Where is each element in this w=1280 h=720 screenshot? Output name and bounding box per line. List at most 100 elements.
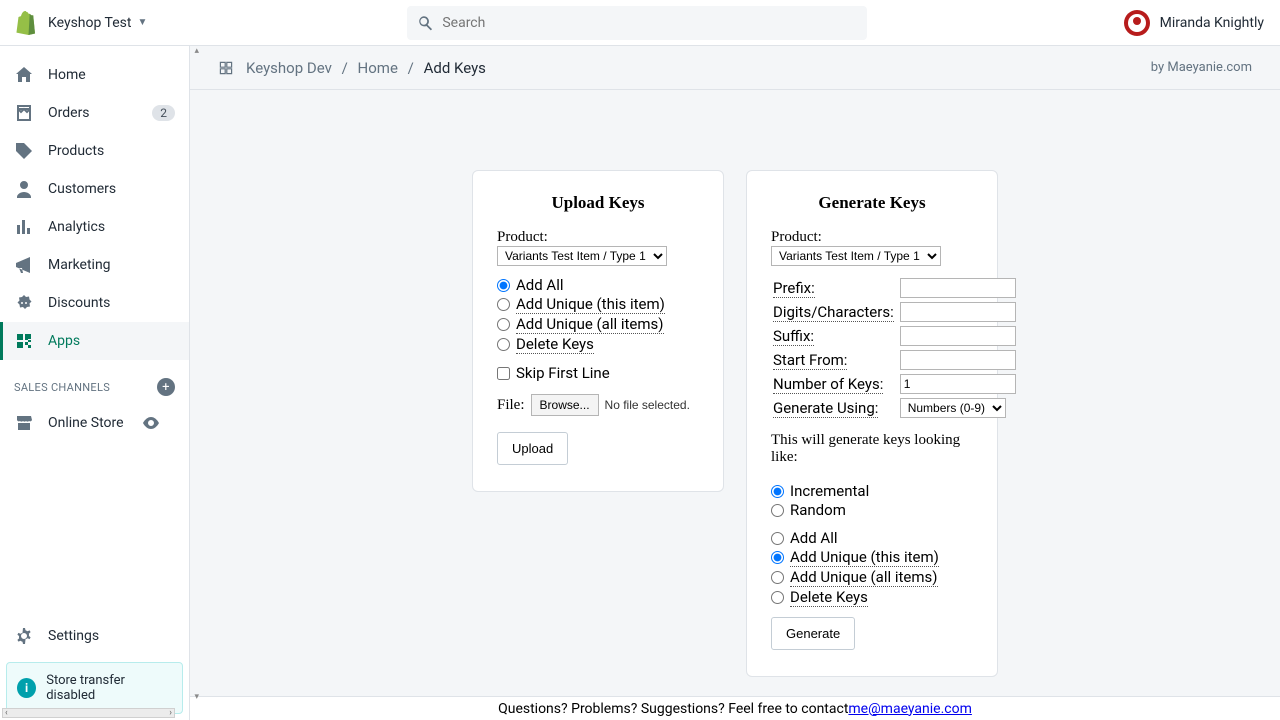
upload-product-label: Product: <box>497 229 548 245</box>
suffix-input[interactable] <box>900 326 1016 346</box>
byline-link[interactable]: Maeyanie.com <box>1167 60 1252 75</box>
store-icon <box>14 413 34 433</box>
sidebar-item-analytics[interactable]: Analytics <box>0 208 189 246</box>
upload-radio-unique-all[interactable]: Add Unique (all items) <box>497 315 699 334</box>
shopify-logo-icon <box>16 11 38 35</box>
upload-product-row: Product: Variants Test Item / Type 1 <box>497 227 699 266</box>
start-from-label: Start From: <box>773 351 847 370</box>
breadcrumb-app[interactable]: Keyshop Dev <box>246 59 332 77</box>
sidebar-footer: Settings i Store transfer disabled <box>0 616 189 720</box>
breadcrumb: Keyshop Dev / Home / Add Keys <box>246 59 486 77</box>
generate-mode-radios: Incremental Random <box>771 482 973 519</box>
channels-list: Online Store <box>0 404 189 442</box>
analytics-icon <box>14 217 34 237</box>
sidebar-item-label: Discounts <box>48 295 110 311</box>
prefix-label: Prefix: <box>773 279 815 298</box>
sidebar-item-settings[interactable]: Settings <box>0 616 189 656</box>
panels: Upload Keys Product: Variants Test Item … <box>190 90 1280 696</box>
sidebar-item-label: Online Store <box>48 415 124 431</box>
topbar: Keyshop Test ▼ Miranda Knightly <box>0 0 1280 46</box>
sidebar-item-label: Apps <box>48 333 80 349</box>
add-channel-button[interactable]: + <box>157 378 175 396</box>
generate-fields: Prefix: Digits/Characters: Suffix: Start… <box>771 276 1018 420</box>
info-icon: i <box>17 678 36 698</box>
search-icon <box>417 14 434 32</box>
start-from-input[interactable] <box>900 350 1016 370</box>
app-icon <box>218 60 234 76</box>
gen-using-label: Generate Using: <box>773 399 878 418</box>
channels-header: SALES CHANNELS + <box>0 360 189 404</box>
sidebar-item-online-store[interactable]: Online Store <box>0 404 189 442</box>
sidebar-item-products[interactable]: Products <box>0 132 189 170</box>
search-box[interactable] <box>407 6 867 40</box>
search-input[interactable] <box>442 15 857 31</box>
breadcrumb-home[interactable]: Home <box>358 59 398 77</box>
upload-radio-delete[interactable]: Delete Keys <box>497 335 699 354</box>
file-row: File: Browse... No file selected. <box>497 394 699 416</box>
user-menu[interactable]: Miranda Knightly <box>1124 10 1264 36</box>
num-keys-input[interactable] <box>900 374 1016 394</box>
apps-icon <box>14 331 34 351</box>
page-footer: Questions? Problems? Suggestions? Feel f… <box>190 696 1280 720</box>
skip-first-row: Skip First Line <box>497 364 699 382</box>
scroll-down-icon[interactable]: ▾ <box>194 692 199 702</box>
browse-button[interactable]: Browse... <box>531 394 599 416</box>
digits-input[interactable] <box>900 302 1016 322</box>
sidebar: ▴ Home Orders 2 Products Customers Anal <box>0 46 190 720</box>
skip-first-checkbox[interactable]: Skip First Line <box>497 364 699 382</box>
breadcrumb-sep: / <box>342 59 348 77</box>
generate-button[interactable]: Generate <box>771 617 855 650</box>
gen-radio-add-all[interactable]: Add All <box>771 529 973 547</box>
breadcrumb-sep: / <box>408 59 414 77</box>
generate-product-select[interactable]: Variants Test Item / Type 1 <box>771 246 941 266</box>
h-scrollbar[interactable]: ‹› <box>2 708 175 718</box>
sidebar-item-customers[interactable]: Customers <box>0 170 189 208</box>
scroll-up-icon[interactable]: ▴ <box>194 46 199 56</box>
notice-banner: i Store transfer disabled <box>6 662 183 714</box>
view-icon[interactable] <box>141 413 161 433</box>
generate-card: Generate Keys Product: Variants Test Ite… <box>746 170 998 677</box>
gear-icon <box>14 626 34 646</box>
upload-mode-radios: Add All Add Unique (this item) Add Uniqu… <box>497 276 699 354</box>
generate-product-row: Product: Variants Test Item / Type 1 <box>771 227 973 266</box>
upload-card: Upload Keys Product: Variants Test Item … <box>472 170 724 492</box>
discounts-icon <box>14 293 34 313</box>
suffix-label: Suffix: <box>773 327 814 346</box>
sidebar-item-home[interactable]: Home <box>0 56 189 94</box>
caret-down-icon: ▼ <box>137 17 147 28</box>
upload-button[interactable]: Upload <box>497 432 568 465</box>
store-name: Keyshop Test <box>48 15 131 31</box>
gen-using-select[interactable]: Numbers (0-9) <box>900 398 1006 418</box>
customers-icon <box>14 179 34 199</box>
gen-radio-unique-item[interactable]: Add Unique (this item) <box>771 548 973 567</box>
generate-product-label: Product: <box>771 229 822 245</box>
preview-text: This will generate keys looking like: <box>771 432 973 466</box>
gen-radio-random[interactable]: Random <box>771 501 973 519</box>
upload-radio-add-all[interactable]: Add All <box>497 276 699 294</box>
footer-text: Questions? Problems? Suggestions? Feel f… <box>498 701 848 717</box>
orders-icon <box>14 103 34 123</box>
gen-radio-unique-all[interactable]: Add Unique (all items) <box>771 568 973 587</box>
settings-label: Settings <box>48 628 99 644</box>
user-name: Miranda Knightly <box>1160 15 1264 31</box>
sidebar-item-label: Marketing <box>48 257 111 273</box>
products-icon <box>14 141 34 161</box>
store-menu[interactable]: Keyshop Test ▼ <box>48 15 147 31</box>
gen-radio-incremental[interactable]: Incremental <box>771 482 973 500</box>
sidebar-item-discounts[interactable]: Discounts <box>0 284 189 322</box>
byline: by Maeyanie.com <box>1151 60 1252 75</box>
prefix-input[interactable] <box>900 278 1016 298</box>
upload-product-select[interactable]: Variants Test Item / Type 1 <box>497 246 667 266</box>
generate-heading: Generate Keys <box>771 193 973 213</box>
upload-radio-unique-item[interactable]: Add Unique (this item) <box>497 295 699 314</box>
footer-email-link[interactable]: me@maeyanie.com <box>848 701 971 717</box>
gen-radio-delete[interactable]: Delete Keys <box>771 588 973 607</box>
channels-header-label: SALES CHANNELS <box>14 381 110 394</box>
sidebar-item-apps[interactable]: Apps <box>0 322 189 360</box>
sidebar-item-orders[interactable]: Orders 2 <box>0 94 189 132</box>
notice-text: Store transfer disabled <box>46 673 172 703</box>
content: Keyshop Dev / Home / Add Keys by Maeyani… <box>190 46 1280 720</box>
sidebar-item-label: Analytics <box>48 219 105 235</box>
avatar <box>1124 10 1150 36</box>
sidebar-item-marketing[interactable]: Marketing <box>0 246 189 284</box>
